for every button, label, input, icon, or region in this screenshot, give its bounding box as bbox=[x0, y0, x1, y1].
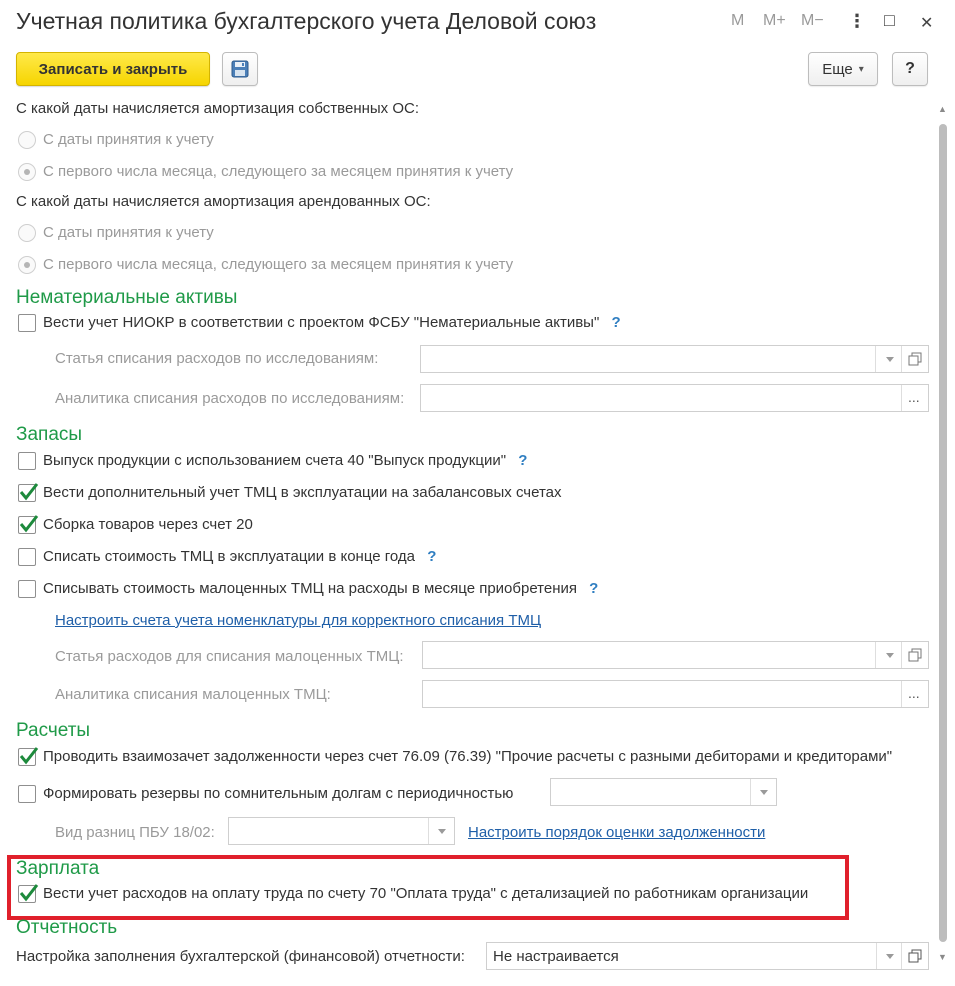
leased-os-option-acceptance-date: С даты принятия к учету bbox=[43, 224, 214, 241]
netting-label: Проводить взаимозачет задолженности чере… bbox=[43, 748, 893, 765]
netting-checkbox[interactable] bbox=[18, 747, 39, 766]
leased-os-radio-first-day-next-month[interactable] bbox=[18, 256, 36, 274]
scroll-down-icon[interactable]: ▼ bbox=[938, 952, 947, 962]
reporting-setting-select[interactable]: Не настраивается bbox=[486, 942, 929, 970]
reporting-label: Настройка заполнения бухгалтерской (фина… bbox=[16, 948, 465, 965]
section-reporting-heading: Отчетность bbox=[16, 917, 118, 938]
select-dots-icon[interactable]: ... bbox=[908, 389, 920, 405]
memory-minus-button[interactable]: M− bbox=[801, 12, 824, 30]
pbu-differences-select[interactable] bbox=[228, 817, 455, 845]
dropdown-arrow-icon[interactable] bbox=[886, 653, 894, 658]
reserves-checkbox[interactable] bbox=[18, 785, 36, 803]
own-os-option-acceptance-date: С даты принятия к учету bbox=[43, 131, 214, 148]
research-item-field[interactable] bbox=[420, 345, 929, 373]
research-analytics-label: Аналитика списания расходов по исследова… bbox=[55, 390, 405, 407]
research-item-label: Статья списания расходов по исследования… bbox=[55, 350, 379, 367]
save-and-close-button[interactable]: Записать и закрыть bbox=[16, 52, 210, 86]
niokr-checkbox[interactable] bbox=[18, 314, 36, 332]
lowvalue-help-icon[interactable]: ? bbox=[589, 580, 598, 597]
select-dots-icon[interactable]: ... bbox=[908, 685, 920, 701]
scroll-up-icon[interactable]: ▲ bbox=[938, 104, 947, 114]
dropdown-arrow-icon[interactable] bbox=[438, 829, 446, 834]
inventory-checkbox-yearend[interactable] bbox=[18, 548, 36, 566]
niokr-label: Вести учет НИОКР в соответствии с проект… bbox=[43, 314, 621, 331]
reporting-setting-value: Не настраивается bbox=[493, 948, 619, 965]
checkmark-icon bbox=[19, 515, 39, 533]
niokr-help-icon[interactable]: ? bbox=[611, 314, 620, 331]
inventory-checkbox-account40[interactable] bbox=[18, 452, 36, 470]
maximize-icon[interactable]: □ bbox=[884, 10, 895, 31]
inventory-item-account40-text: Выпуск продукции с использованием счета … bbox=[43, 452, 507, 469]
inventory-item-assembly: Сборка товаров через счет 20 bbox=[43, 516, 253, 533]
lowvalue-analytics-field[interactable]: ... bbox=[422, 680, 929, 708]
save-button[interactable] bbox=[222, 52, 258, 86]
inventory-item-lowvalue-text: Списывать стоимость малоценных ТМЦ на ра… bbox=[43, 580, 577, 597]
own-os-option-first-day-next-month: С первого числа месяца, следующего за ме… bbox=[43, 163, 514, 180]
own-os-radio-first-day-next-month[interactable] bbox=[18, 163, 36, 181]
setup-nomenclature-accounts-link[interactable]: Настроить счета учета номенклатуры для к… bbox=[55, 612, 541, 629]
assessment-order-link[interactable]: Настроить порядок оценки задолженности bbox=[468, 824, 765, 841]
window-title: Учетная политика бухгалтерского учета Де… bbox=[16, 8, 597, 34]
dropdown-arrow-icon[interactable] bbox=[886, 954, 894, 959]
dropdown-arrow-icon[interactable] bbox=[886, 357, 894, 362]
section-intangibles-heading: Нематериальные активы bbox=[16, 287, 238, 308]
reserves-label: Формировать резервы по сомнительным долг… bbox=[43, 785, 514, 802]
lowvalue-expense-item-label: Статья расходов для списания малоценных … bbox=[55, 648, 404, 665]
highlight-frame bbox=[7, 855, 849, 920]
chevron-down-icon: ▾ bbox=[858, 63, 864, 75]
dropdown-arrow-icon[interactable] bbox=[760, 790, 768, 795]
inventory-item-offbalance: Вести дополнительный учет ТМЦ в эксплуат… bbox=[43, 484, 562, 501]
section-inventory-heading: Запасы bbox=[16, 424, 83, 445]
open-icon[interactable] bbox=[908, 648, 922, 662]
memory-plus-button[interactable]: M+ bbox=[763, 12, 786, 30]
research-analytics-field[interactable]: ... bbox=[420, 384, 929, 412]
checkmark-icon bbox=[19, 483, 39, 501]
floppy-disk-icon bbox=[231, 60, 249, 78]
own-os-question: С какой даты начисляется амортизация соб… bbox=[16, 100, 420, 117]
scrollbar-thumb[interactable] bbox=[939, 124, 947, 942]
inventory-item-lowvalue: Списывать стоимость малоценных ТМЦ на ра… bbox=[43, 580, 598, 597]
inventory-item-account40: Выпуск продукции с использованием счета … bbox=[43, 452, 527, 469]
own-os-radio-acceptance-date[interactable] bbox=[18, 131, 36, 149]
reserves-periodicity-select[interactable] bbox=[550, 778, 777, 806]
open-icon[interactable] bbox=[908, 949, 922, 963]
inventory-item-yearend: Списать стоимость ТМЦ в эксплуатации в к… bbox=[43, 548, 436, 565]
lowvalue-expense-item-field[interactable] bbox=[422, 641, 929, 669]
more-button[interactable]: Еще ▾ bbox=[808, 52, 878, 86]
open-icon[interactable] bbox=[908, 352, 922, 366]
more-button-label: Еще bbox=[822, 60, 853, 78]
pbu-label: Вид разниц ПБУ 18/02: bbox=[55, 824, 215, 841]
niokr-label-text: Вести учет НИОКР в соответствии с проект… bbox=[43, 314, 600, 331]
leased-os-question: С какой даты начисляется амортизация аре… bbox=[16, 193, 431, 210]
yearend-help-icon[interactable]: ? bbox=[427, 548, 436, 565]
inventory-item-yearend-text: Списать стоимость ТМЦ в эксплуатации в к… bbox=[43, 548, 416, 565]
memory-m-button[interactable]: M bbox=[731, 12, 744, 30]
lowvalue-analytics-label: Аналитика списания малоценных ТМЦ: bbox=[55, 686, 331, 703]
close-icon[interactable]: ✕ bbox=[920, 13, 933, 33]
leased-os-radio-acceptance-date[interactable] bbox=[18, 224, 36, 242]
account40-help-icon[interactable]: ? bbox=[518, 452, 527, 469]
window-menu-icon[interactable]: ⋮ bbox=[848, 11, 866, 32]
inventory-checkbox-assembly[interactable] bbox=[18, 515, 39, 534]
help-button[interactable]: ? bbox=[892, 52, 928, 86]
inventory-checkbox-offbalance[interactable] bbox=[18, 483, 39, 502]
checkmark-icon bbox=[19, 747, 39, 765]
leased-os-option-first-day-next-month: С первого числа месяца, следующего за ме… bbox=[43, 256, 514, 273]
section-settlements-heading: Расчеты bbox=[16, 720, 91, 741]
inventory-checkbox-lowvalue[interactable] bbox=[18, 580, 36, 598]
